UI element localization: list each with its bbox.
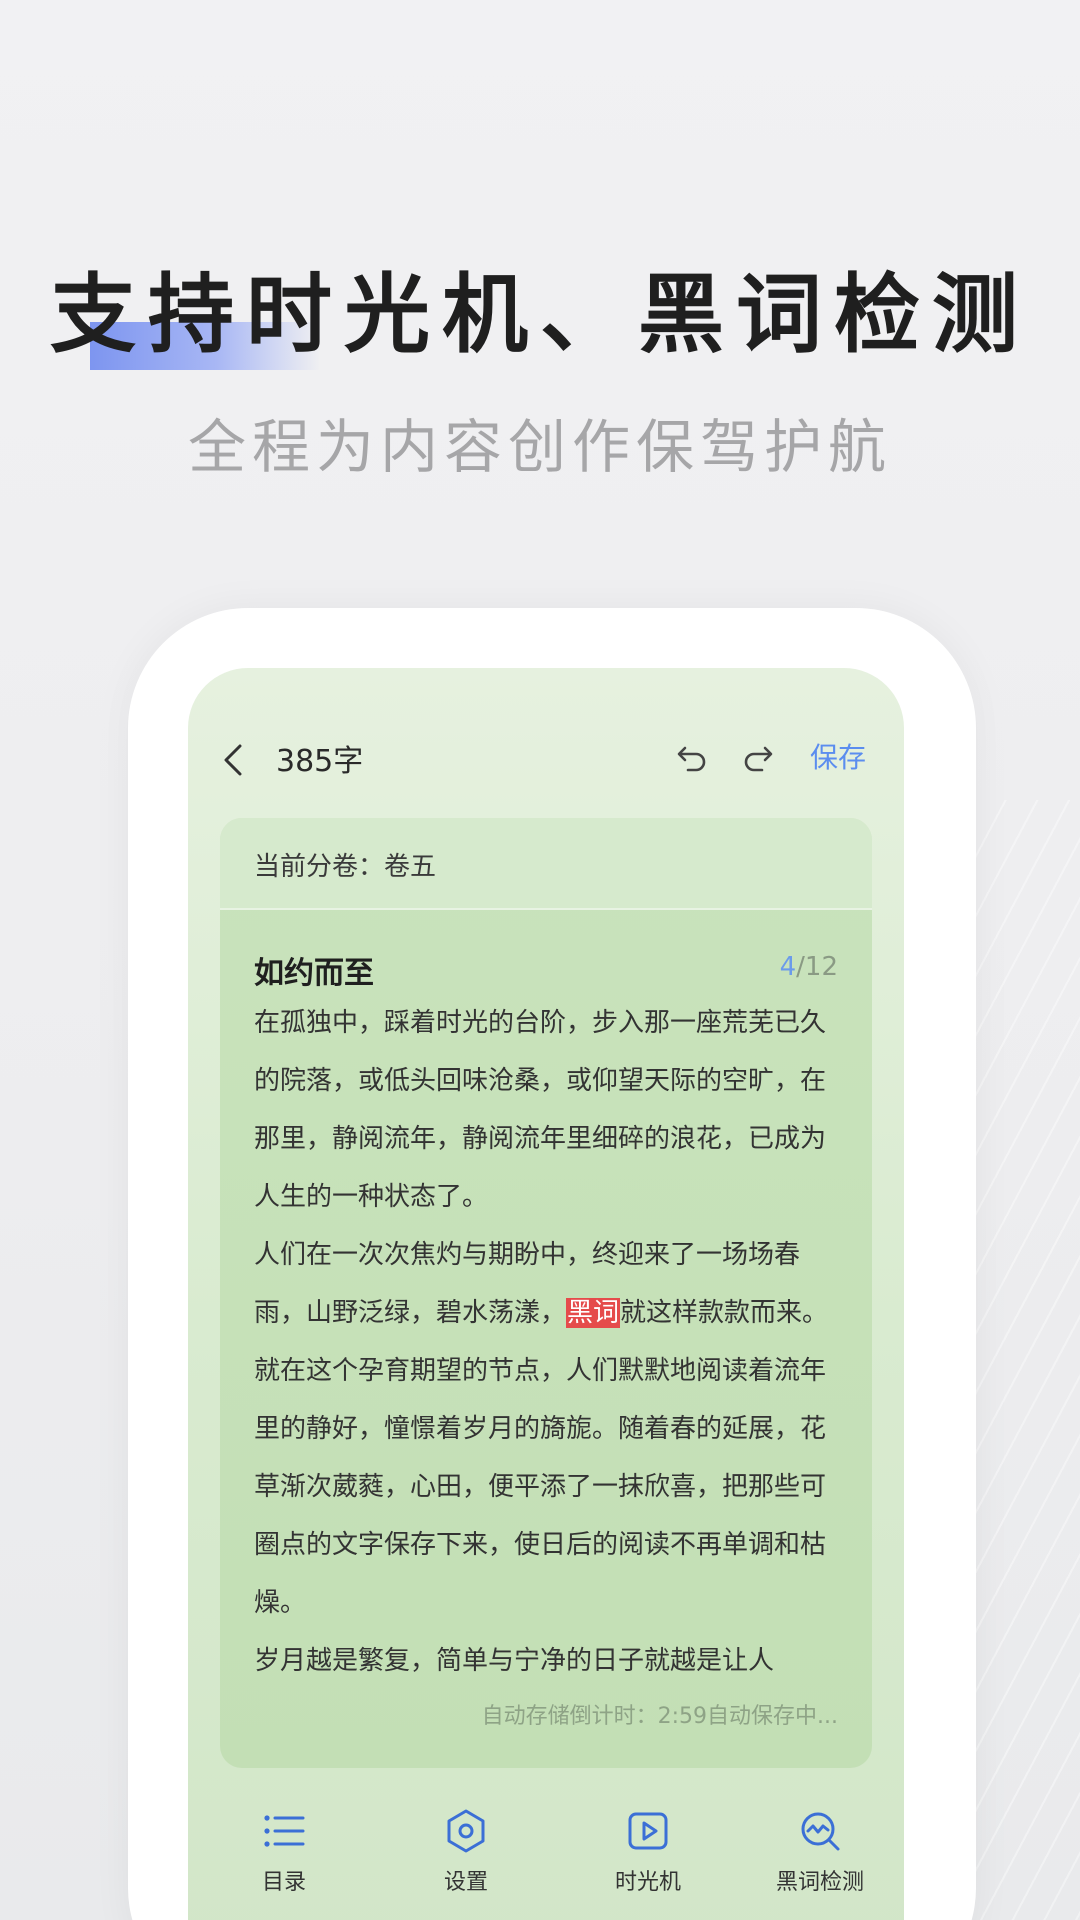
chapter-current: 4: [779, 952, 797, 982]
play-icon: [628, 1812, 668, 1850]
paragraph-1: 在孤独中，踩着时光的台阶，步入那一座荒芜已久的院落，或低头回味沧桑，或仰望天际的…: [254, 1008, 827, 1212]
settings-hexagon-icon: [447, 1809, 485, 1853]
editor-screen: 385字 保存 当前分卷：卷五 如约而至 4/12 在孤独中，踩着时光的台阶，步…: [188, 668, 904, 1920]
chapter-body-textarea[interactable]: 在孤独中，踩着时光的台阶，步入那一座荒芜已久的院落，或低头回味沧桑，或仰望天际的…: [254, 994, 838, 1690]
redo-icon[interactable]: [740, 738, 780, 778]
paragraph-3: 岁月越是繁复，简单与宁净的日子就越是让人: [254, 1646, 775, 1676]
nav-item-catalog[interactable]: 目录: [204, 1808, 364, 1896]
detect-icon: [801, 1812, 840, 1851]
nav-item-settings[interactable]: 设置: [386, 1808, 546, 1896]
editor-card: 当前分卷：卷五 如约而至 4/12 在孤独中，踩着时光的台阶，步入那一座荒芜已久…: [220, 818, 872, 1768]
chapter-total: /12: [796, 952, 838, 982]
list-icon: [264, 1815, 305, 1847]
nav-label-time-machine: 时光机: [614, 1870, 681, 1895]
volume-label: 当前分卷：卷五: [254, 852, 437, 882]
word-count: 385字: [276, 744, 364, 779]
save-button[interactable]: 保存: [810, 736, 866, 776]
flagged-word-highlight[interactable]: 黑词: [566, 1298, 621, 1328]
paragraph-2: 人们在一次次焦灼与期盼中，终迎来了一场场春雨，山野泛绿，碧水荡漾，黑词就这样款款…: [254, 1226, 838, 1632]
promo-page: 支持时光机、黑词检测 全程为内容创作保驾护航 385字 保存 当前分卷：卷五 如…: [0, 0, 1080, 1920]
promo-subheadline: 全程为内容创作保驾护航: [187, 413, 892, 481]
paragraph-2-end: 就这样款款而来。就在这个孕育期望的节点，人们默默地阅读着流年里的静好，憧憬着岁月…: [254, 1298, 829, 1618]
promo-headline: 支持时光机、黑词检测: [50, 265, 1030, 365]
nav-label-catalog: 目录: [261, 1870, 306, 1895]
nav-label-settings: 设置: [443, 1870, 488, 1895]
chapter-counter: 4/12: [780, 952, 838, 982]
headline-block: 支持时光机、黑词检测: [0, 260, 1080, 370]
nav-item-word-detect[interactable]: 黑词检测: [740, 1808, 900, 1896]
nav-label-word-detect: 黑词检测: [775, 1870, 864, 1895]
volume-selector[interactable]: 当前分卷：卷五: [220, 818, 872, 910]
back-icon[interactable]: [214, 740, 254, 780]
bottom-toolbar: 目录 设置 时光机 黑词检测: [188, 1808, 904, 1920]
autosave-status: 自动存储倒计时：2:59自动保存中...: [481, 1704, 838, 1729]
editor-topbar: 385字 保存: [188, 716, 904, 800]
undo-icon[interactable]: [670, 738, 710, 778]
chapter-title[interactable]: 如约而至: [254, 948, 374, 992]
nav-item-time-machine[interactable]: 时光机: [568, 1808, 728, 1896]
